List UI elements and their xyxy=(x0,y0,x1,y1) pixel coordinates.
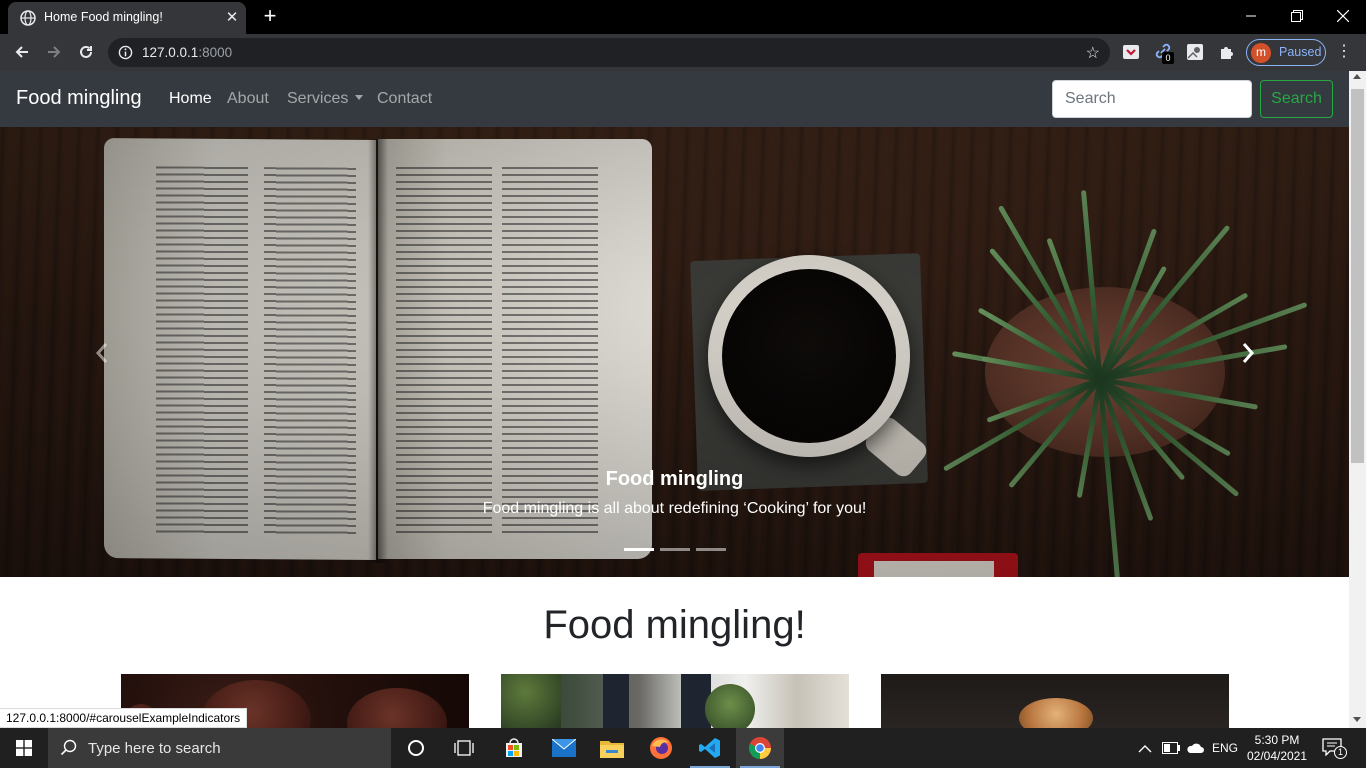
plant xyxy=(501,674,561,728)
avatar: m xyxy=(1251,43,1271,63)
task-view-button[interactable] xyxy=(440,728,488,768)
taskbar-search-placeholder: Type here to search xyxy=(88,740,221,757)
minimize-icon xyxy=(1246,15,1256,17)
menu-dots-icon[interactable]: ⋮ xyxy=(1336,42,1352,62)
close-icon xyxy=(1337,10,1349,22)
back-button[interactable] xyxy=(8,40,36,64)
search-button[interactable]: Search xyxy=(1260,80,1333,118)
carousel-caption-text: Food mingling is all about redefining ‘C… xyxy=(482,500,867,517)
nav-link-services[interactable]: Services xyxy=(287,90,364,108)
mail-button[interactable] xyxy=(540,728,588,768)
card-image-bread xyxy=(881,674,1229,728)
windows-taskbar: Type here to search ENG 5:30 PM 02/04/20… xyxy=(0,728,1366,768)
carousel-prev-button[interactable] xyxy=(92,341,112,365)
arrow-left-icon xyxy=(15,46,28,58)
new-tab-button[interactable]: + xyxy=(258,3,282,29)
reload-icon xyxy=(80,45,92,58)
page-title: Food mingling! xyxy=(543,603,806,647)
clock-date[interactable]: 02/04/2021 xyxy=(1240,749,1314,763)
file-explorer-button[interactable] xyxy=(588,728,636,768)
url-host: 127.0.0.1 xyxy=(142,45,199,60)
close-window-button[interactable] xyxy=(1320,0,1366,32)
scrollbar-thumb[interactable] xyxy=(1351,89,1364,463)
nav-link-about[interactable]: About xyxy=(227,90,269,108)
browser-tab[interactable]: Home Food mingling! ✕ xyxy=(8,2,246,34)
taskbar-search-box[interactable]: Type here to search xyxy=(48,728,391,768)
chrome-icon xyxy=(749,737,771,759)
cortana-circle-icon xyxy=(408,740,424,756)
card-image-kitchen xyxy=(501,674,849,728)
firefox-button[interactable] xyxy=(637,728,685,768)
nav-link-contact[interactable]: Contact xyxy=(377,90,432,108)
hero-carousel: Food mingling Food mingling is all about… xyxy=(0,127,1349,577)
page-scrollbar[interactable] xyxy=(1349,71,1366,728)
battery-icon[interactable] xyxy=(1162,742,1180,754)
search-input[interactable] xyxy=(1052,80,1252,118)
vscode-button[interactable] xyxy=(686,728,734,768)
input-language[interactable]: ENG xyxy=(1212,741,1238,755)
globe-icon xyxy=(20,10,36,26)
bookmark-star-icon[interactable]: ☆ xyxy=(1086,43,1100,63)
site-navbar: Food mingling Home About Services Contac… xyxy=(0,71,1349,127)
info-icon[interactable] xyxy=(118,45,133,60)
profile-button[interactable]: m Paused xyxy=(1246,39,1326,66)
profile-status: Paused xyxy=(1279,45,1322,59)
onedrive-cloud-icon[interactable] xyxy=(1186,742,1204,754)
minimize-button[interactable] xyxy=(1228,0,1274,32)
image-extension-icon[interactable] xyxy=(1186,43,1204,61)
carousel-indicator-1[interactable] xyxy=(624,548,654,551)
clock-time[interactable]: 5:30 PM xyxy=(1240,733,1314,747)
chevron-right-icon xyxy=(1242,343,1255,363)
folder-icon xyxy=(600,741,624,758)
restore-icon xyxy=(1291,10,1303,22)
scroll-up-icon[interactable] xyxy=(1353,74,1361,79)
caret-down-icon xyxy=(355,94,364,100)
mail-envelope-icon xyxy=(552,739,576,757)
chrome-button[interactable] xyxy=(736,728,784,768)
start-button[interactable] xyxy=(0,728,48,768)
url-text: 127.0.0.1:8000 xyxy=(142,45,232,60)
action-center-button[interactable]: 1 xyxy=(1322,738,1348,760)
arrow-right-icon xyxy=(48,46,61,58)
search-icon xyxy=(60,739,77,756)
address-bar[interactable]: 127.0.0.1:8000 ☆ xyxy=(108,38,1110,67)
nav-link-home[interactable]: Home xyxy=(169,90,212,108)
url-port: :8000 xyxy=(198,45,233,60)
scroll-down-icon[interactable] xyxy=(1353,717,1361,722)
chevron-up-icon xyxy=(1138,745,1152,753)
chevron-left-icon xyxy=(95,343,108,363)
firefox-icon xyxy=(650,737,672,759)
navbar-brand[interactable]: Food mingling xyxy=(16,87,142,110)
close-tab-icon[interactable]: ✕ xyxy=(222,8,242,26)
cortana-button[interactable] xyxy=(392,728,440,768)
plant xyxy=(705,684,755,728)
tab-title: Home Food mingling! xyxy=(44,10,163,24)
curtain xyxy=(603,674,629,728)
browser-toolbar: 127.0.0.1:8000 ☆ 0 m Paused ⋮ xyxy=(0,34,1366,71)
carousel-indicator-3[interactable] xyxy=(696,548,726,551)
notification-count-badge: 1 xyxy=(1334,746,1347,759)
carousel-next-button[interactable] xyxy=(1238,341,1258,365)
task-view-icon xyxy=(454,740,474,756)
nav-link-services-label: Services xyxy=(287,90,349,107)
show-hidden-icons-button[interactable] xyxy=(1138,741,1154,755)
browser-tab-strip: Home Food mingling! ✕ + xyxy=(0,0,1366,34)
page-viewport: Food mingling Home About Services Contac… xyxy=(0,71,1349,728)
extension-badge: 0 xyxy=(1162,52,1174,64)
status-bar-url: 127.0.0.1:8000/#carouselExampleIndicator… xyxy=(0,708,248,728)
puzzle-extensions-icon[interactable] xyxy=(1218,43,1236,61)
microsoft-store-button[interactable] xyxy=(490,728,538,768)
restore-button[interactable] xyxy=(1274,0,1320,32)
bread xyxy=(1019,698,1093,728)
vscode-icon xyxy=(699,738,720,758)
pocket-extension-icon[interactable] xyxy=(1122,43,1140,61)
store-bag-icon xyxy=(506,738,522,757)
carousel-indicator-2[interactable] xyxy=(660,548,690,551)
windows-logo-icon xyxy=(16,740,32,756)
muffin xyxy=(347,688,447,728)
forward-button[interactable] xyxy=(40,40,68,64)
reload-button[interactable] xyxy=(72,40,100,64)
link-extension-button[interactable]: 0 xyxy=(1154,42,1176,66)
carousel-caption-title: Food mingling xyxy=(605,468,744,490)
